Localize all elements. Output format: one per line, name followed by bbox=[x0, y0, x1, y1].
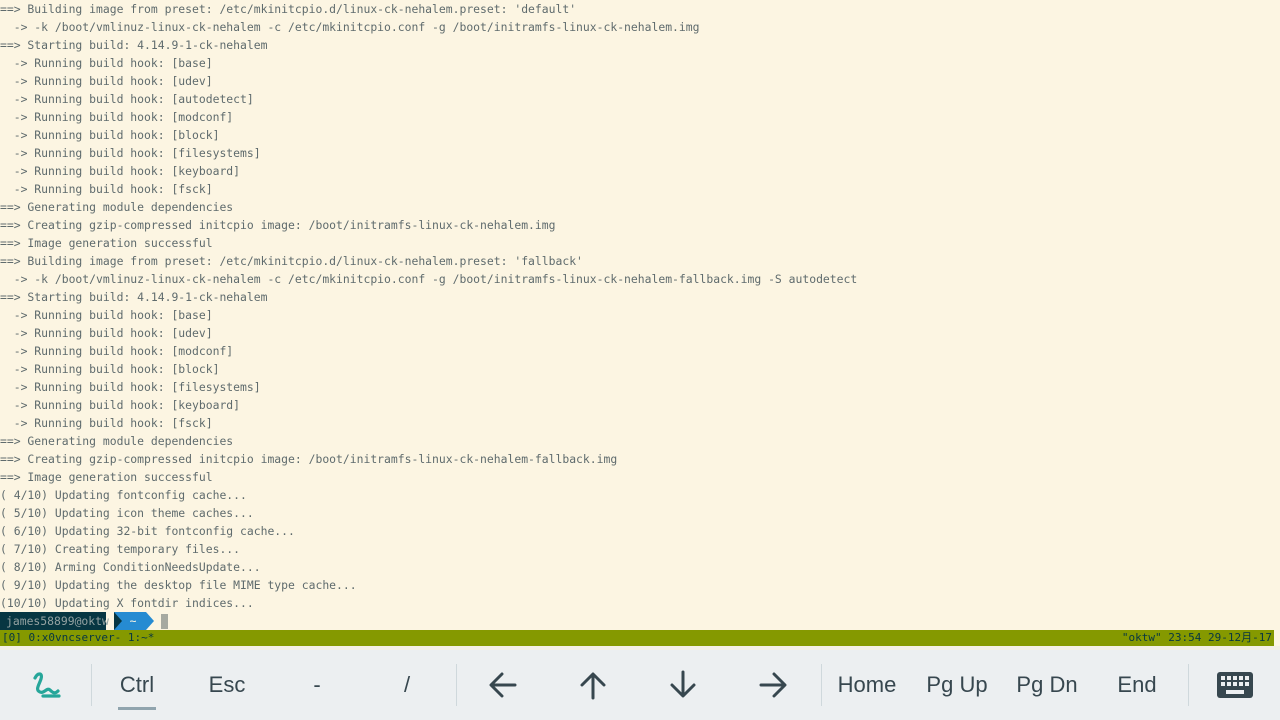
keyboard-icon bbox=[1217, 672, 1253, 698]
esc-key[interactable]: Esc bbox=[194, 650, 260, 720]
arrow-right-icon bbox=[759, 672, 787, 698]
terminal-line: ==> Starting build: 4.14.9-1-ck-nehalem bbox=[0, 290, 268, 304]
key-divider bbox=[1188, 664, 1189, 706]
terminal-line: (10/10) Updating X fontdir indices... bbox=[0, 596, 254, 610]
terminal-line: -> Running build hook: [block] bbox=[0, 362, 220, 376]
slash-key-label: / bbox=[403, 672, 411, 697]
status-edge bbox=[1274, 630, 1280, 646]
terminal-line: -> Running build hook: [modconf] bbox=[0, 110, 234, 124]
prompt-separator-icon bbox=[114, 612, 122, 630]
terminal-line: ( 8/10) Arming ConditionNeedsUpdate... bbox=[0, 560, 261, 574]
terminal-line: ( 4/10) Updating fontconfig cache... bbox=[0, 488, 247, 502]
terminal-line: ==> Building image from preset: /etc/mki… bbox=[0, 254, 583, 268]
terminal-line: -> Running build hook: [base] bbox=[0, 56, 213, 70]
terminal-line: ( 6/10) Updating 32-bit fontconfig cache… bbox=[0, 524, 295, 538]
page-down-key[interactable]: Pg Dn bbox=[1010, 650, 1084, 720]
esc-key-label: Esc bbox=[208, 672, 246, 697]
toggle-keyboard-button[interactable] bbox=[1204, 650, 1266, 720]
terminal-line: ==> Generating module dependencies bbox=[0, 434, 234, 448]
terminal-line: ==> Image generation successful bbox=[0, 470, 213, 484]
dash-key-label: - bbox=[313, 672, 321, 697]
ctrl-active-indicator bbox=[118, 707, 156, 710]
terminal-line: ==> Image generation successful bbox=[0, 236, 213, 250]
shell-prompt[interactable]: james58899@oktw ~ bbox=[0, 612, 1280, 630]
terminal-line: ==> Building image from preset: /etc/mki… bbox=[0, 2, 577, 16]
terminal-line: -> Running build hook: [fsck] bbox=[0, 182, 213, 196]
prompt-user-host: james58899@oktw bbox=[0, 612, 109, 630]
arrow-right-key[interactable] bbox=[740, 650, 806, 720]
terminal-line: -> Running build hook: [keyboard] bbox=[0, 398, 241, 412]
terminal-line: ( 5/10) Updating icon theme caches... bbox=[0, 506, 254, 520]
terminal-line: ==> Creating gzip-compressed initcpio im… bbox=[0, 218, 556, 232]
termux-screen: ==> Building image from preset: /etc/mki… bbox=[0, 0, 1280, 720]
terminal-line: ==> Creating gzip-compressed initcpio im… bbox=[0, 452, 618, 466]
termux-logo-icon bbox=[33, 672, 61, 698]
key-divider bbox=[91, 664, 92, 706]
terminal-line: ( 9/10) Updating the desktop file MIME t… bbox=[0, 578, 357, 592]
end-key-label: End bbox=[1117, 672, 1157, 697]
terminal-line: -> -k /boot/vmlinuz-linux-ck-nehalem -c … bbox=[0, 20, 700, 34]
slash-key[interactable]: / bbox=[374, 650, 440, 720]
terminal-line: ( 7/10) Creating temporary files... bbox=[0, 542, 241, 556]
terminal-line: ==> Generating module dependencies bbox=[0, 200, 234, 214]
terminal-line: -> Running build hook: [modconf] bbox=[0, 344, 234, 358]
tmux-window-list: [0] 0:x0vncserver- 1:~* bbox=[2, 631, 155, 644]
tmux-status-right: "oktw" 23:54 29-12月-17 bbox=[1121, 631, 1272, 644]
arrow-left-key[interactable] bbox=[470, 650, 536, 720]
terminal-line: -> Running build hook: [filesystems] bbox=[0, 146, 261, 160]
terminal-line: -> Running build hook: [keyboard] bbox=[0, 164, 241, 178]
terminal-line: -> Running build hook: [fsck] bbox=[0, 416, 213, 430]
terminal-line: -> -k /boot/vmlinuz-linux-ck-nehalem -c … bbox=[0, 272, 858, 286]
prompt-separator-icon bbox=[146, 612, 154, 630]
terminal-output[interactable]: ==> Building image from preset: /etc/mki… bbox=[0, 0, 1280, 630]
arrow-up-key[interactable] bbox=[560, 650, 626, 720]
terminal-cursor bbox=[161, 614, 168, 629]
page-up-key[interactable]: Pg Up bbox=[920, 650, 994, 720]
extra-keys-bar: Ctrl Esc - / Home Pg Up Pg Dn End bbox=[0, 650, 1280, 720]
arrow-down-icon bbox=[670, 670, 696, 698]
key-divider bbox=[456, 664, 457, 706]
page-up-key-label: Pg Up bbox=[926, 672, 988, 697]
terminal-line: -> Running build hook: [udev] bbox=[0, 326, 213, 340]
home-key-label: Home bbox=[837, 672, 897, 697]
terminal-line: -> Running build hook: [autodetect] bbox=[0, 92, 254, 106]
arrow-left-icon bbox=[489, 672, 517, 698]
termux-logo-button[interactable] bbox=[18, 650, 74, 720]
terminal-line: ==> Starting build: 4.14.9-1-ck-nehalem bbox=[0, 38, 268, 52]
terminal-line: -> Running build hook: [base] bbox=[0, 308, 213, 322]
arrow-up-icon bbox=[580, 672, 606, 700]
key-divider bbox=[821, 664, 822, 706]
ctrl-key-label: Ctrl bbox=[119, 672, 155, 697]
end-key[interactable]: End bbox=[1104, 650, 1170, 720]
arrow-down-key[interactable] bbox=[650, 650, 716, 720]
home-key[interactable]: Home bbox=[830, 650, 904, 720]
tmux-status-bar: [0] 0:x0vncserver- 1:~* "oktw" 23:54 29-… bbox=[0, 630, 1274, 646]
terminal-line: -> Running build hook: [udev] bbox=[0, 74, 213, 88]
page-down-key-label: Pg Dn bbox=[1016, 672, 1078, 697]
dash-key[interactable]: - bbox=[284, 650, 350, 720]
terminal-line: -> Running build hook: [block] bbox=[0, 128, 220, 142]
terminal-line: -> Running build hook: [filesystems] bbox=[0, 380, 261, 394]
